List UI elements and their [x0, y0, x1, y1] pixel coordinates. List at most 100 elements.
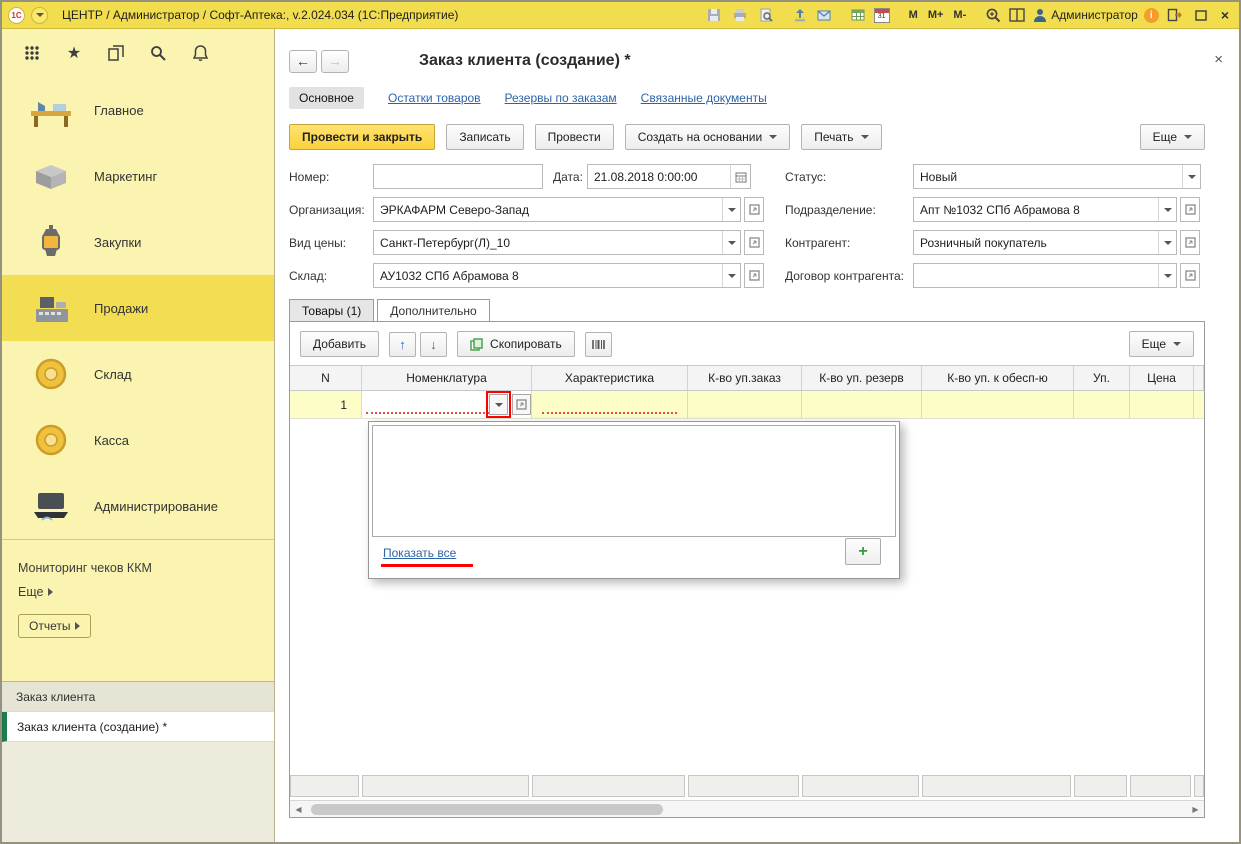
memory-m-minus-button[interactable]: M- [950, 8, 969, 22]
grid-more-button[interactable]: Еще [1128, 331, 1194, 357]
counterparty-select[interactable]: Розничный покупатель [913, 230, 1177, 255]
required-field-underline[interactable] [366, 395, 489, 414]
chevron-down-icon[interactable] [1158, 264, 1176, 287]
open-department-icon[interactable] [1180, 197, 1200, 222]
post-button[interactable]: Провести [534, 123, 614, 150]
main-menu-button[interactable] [31, 6, 48, 24]
barcode-scanner-button[interactable] [584, 331, 612, 357]
column-header-tsena[interactable]: Цена [1130, 366, 1194, 390]
tab-dopolnitelno[interactable]: Дополнительно [377, 299, 490, 322]
chevron-down-icon[interactable] [1158, 231, 1176, 254]
warehouse-select[interactable]: АУ1032 СПб Абрамова 8 [373, 263, 741, 288]
characteristic-cell[interactable] [532, 391, 688, 418]
sidebar-item-glavnoe[interactable]: Главное [2, 77, 274, 143]
close-window-icon[interactable]: × [1217, 7, 1233, 23]
link-rezervy-po-zakazam[interactable]: Резервы по заказам [505, 91, 617, 105]
mail-icon[interactable] [814, 6, 834, 25]
date-input[interactable]: 21.08.2018 0:00:00 [587, 164, 751, 189]
forward-button[interactable]: → [321, 49, 349, 73]
nomenclature-cell[interactable] [362, 391, 532, 418]
table-icon[interactable] [848, 6, 868, 25]
column-header-kvo-up-rezerv[interactable]: К-во уп. резерв [802, 366, 922, 390]
table-row[interactable]: 1 [290, 391, 1204, 419]
department-select[interactable]: Апт №1032 СПб Абрамова 8 [913, 197, 1177, 222]
chevron-down-icon[interactable] [1182, 165, 1200, 188]
sidebar-item-kassa[interactable]: Касса [2, 407, 274, 473]
scrollbar-thumb[interactable] [311, 803, 663, 815]
save-icon[interactable] [704, 6, 724, 25]
tab-tovary[interactable]: Товары (1) [289, 299, 375, 322]
create-new-item-button[interactable]: + [845, 538, 881, 565]
organization-select[interactable]: ЭРКАФАРМ Северо-Запад [373, 197, 741, 222]
copy-row-button[interactable]: Скопировать [457, 331, 575, 357]
print-icon[interactable] [730, 6, 750, 25]
create-based-on-button[interactable]: Создать на основании [624, 123, 791, 150]
column-header-kharakteristika[interactable]: Характеристика [532, 366, 688, 390]
dropdown-empty-list[interactable] [372, 425, 896, 537]
menu-grid-icon[interactable] [22, 43, 42, 63]
status-select[interactable]: Новый [913, 164, 1201, 189]
open-window-item[interactable]: Заказ клиента [2, 682, 274, 712]
horizontal-scrollbar[interactable]: ◀ ▶ [290, 800, 1204, 817]
price-type-select[interactable]: Санкт-Петербург(Л)_10 [373, 230, 741, 255]
notifications-bell-icon[interactable] [190, 43, 210, 63]
split-panels-icon[interactable] [1007, 6, 1027, 25]
current-user[interactable]: Администратор [1033, 8, 1138, 23]
open-nomenclature-icon[interactable] [512, 394, 531, 415]
chevron-down-icon[interactable] [722, 264, 740, 287]
number-input[interactable] [373, 164, 543, 189]
show-all-link[interactable]: Показать все [383, 546, 456, 560]
sidebar-item-zakupki[interactable]: Закупки [2, 209, 274, 275]
close-form-icon[interactable]: × [1208, 49, 1229, 70]
tab-osnovnoe[interactable]: Основное [289, 87, 364, 109]
open-window-item-active[interactable]: Заказ клиента (создание) * [2, 712, 274, 742]
chevron-down-icon[interactable] [1158, 198, 1176, 221]
column-header-kvo-up-k-obespyu[interactable]: К-во уп. к обесп-ю [922, 366, 1074, 390]
column-header-up[interactable]: Уп. [1074, 366, 1130, 390]
back-button[interactable]: ← [289, 49, 317, 73]
save-button[interactable]: Записать [446, 123, 524, 150]
calendar-icon[interactable]: 31 [872, 6, 892, 25]
column-header-kvo-up-zakaz[interactable]: К-во уп.заказ [688, 366, 802, 390]
scroll-left-icon[interactable]: ◀ [290, 805, 307, 814]
1c-logo-icon[interactable]: 1С [8, 6, 25, 24]
open-warehouse-icon[interactable] [744, 263, 764, 288]
move-up-button[interactable]: ↑ [389, 331, 417, 357]
post-and-close-button[interactable]: Провести и закрыть [289, 123, 436, 150]
info-icon[interactable]: i [1143, 7, 1159, 23]
link-ostatki-tovarov[interactable]: Остатки товаров [388, 91, 481, 105]
scroll-right-icon[interactable]: ▶ [1187, 805, 1204, 814]
sidebar-item-sklad[interactable]: Склад [2, 341, 274, 407]
zoom-icon[interactable] [983, 6, 1003, 25]
restore-window-icon[interactable] [1191, 6, 1211, 25]
more-button[interactable]: Еще [1139, 123, 1205, 150]
add-row-button[interactable]: Добавить [300, 331, 380, 357]
column-header-n[interactable]: N [290, 366, 362, 390]
nomenclature-dropdown-button[interactable] [486, 391, 511, 418]
memory-m-plus-button[interactable]: M+ [925, 8, 947, 22]
open-organization-icon[interactable] [744, 197, 764, 222]
chevron-down-icon[interactable] [722, 231, 740, 254]
print-button[interactable]: Печать [801, 123, 882, 150]
sidebar-item-administrirovanie[interactable]: Администрирование [2, 473, 274, 539]
calendar-picker-icon[interactable] [730, 165, 750, 188]
logout-icon[interactable] [1165, 6, 1185, 25]
print-preview-icon[interactable] [756, 6, 776, 25]
reports-button[interactable]: Отчеты [18, 614, 92, 638]
favorites-star-icon[interactable]: ★ [64, 43, 84, 63]
move-down-button[interactable]: ↓ [420, 331, 448, 357]
search-icon[interactable] [148, 43, 168, 63]
memory-m-button[interactable]: M [906, 8, 921, 22]
sidebar-item-marketing[interactable]: Маркетинг [2, 143, 274, 209]
contract-select[interactable] [913, 263, 1177, 288]
open-contract-icon[interactable] [1180, 263, 1200, 288]
chevron-down-icon[interactable] [722, 198, 740, 221]
link-svyazannye-dokumenty[interactable]: Связанные документы [641, 91, 767, 105]
sidebar-item-prodazhi[interactable]: Продажи [2, 275, 274, 341]
export-icon[interactable] [790, 6, 810, 25]
column-header-nomenklatura[interactable]: Номенклатура [362, 366, 532, 390]
sidebar-item-monitoring-kkm[interactable]: Мониторинг чеков ККМ [18, 556, 258, 580]
history-icon[interactable] [106, 43, 126, 63]
open-price-type-icon[interactable] [744, 230, 764, 255]
open-counterparty-icon[interactable] [1180, 230, 1200, 255]
